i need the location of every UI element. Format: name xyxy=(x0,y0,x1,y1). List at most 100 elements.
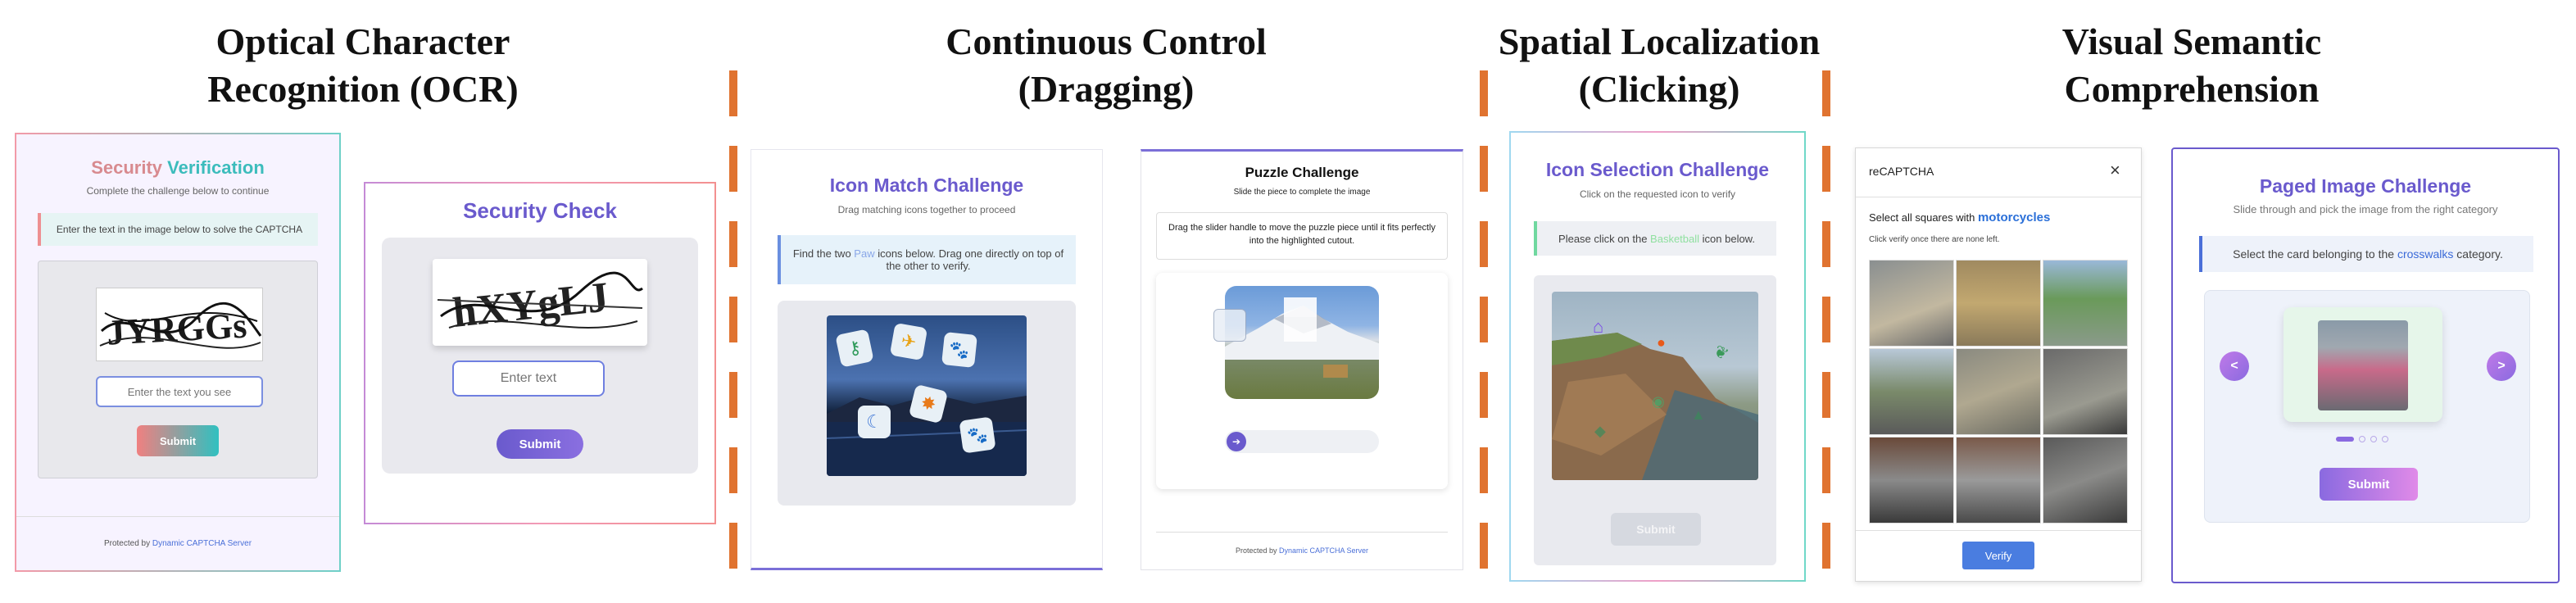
separator-2 xyxy=(1480,70,1488,595)
section-title-click-line1: Spatial Localization xyxy=(1498,20,1821,62)
page-indicator xyxy=(2336,435,2401,443)
captcha-input[interactable] xyxy=(452,360,605,397)
close-icon[interactable]: × xyxy=(2110,160,2120,181)
grid-tile[interactable] xyxy=(2043,260,2128,347)
grid-tile[interactable] xyxy=(1956,260,2041,347)
puzzle-panel: Puzzle Challenge Slide the piece to comp… xyxy=(1141,149,1463,570)
prev-button[interactable]: < xyxy=(2220,351,2249,381)
recaptcha-prompt: Select all squares with motorcycles xyxy=(1869,211,2131,224)
instruction-box: Enter the text in the image below to sol… xyxy=(38,213,318,246)
background-image: ⚷ ✈ 🐾 ☾ ✸ 🐾 xyxy=(827,315,1027,476)
grid-tile[interactable] xyxy=(1956,348,2041,435)
submit-button[interactable]: Submit xyxy=(497,429,583,459)
instruction-highlight: Basketball xyxy=(1650,232,1700,245)
apple-icon[interactable]: ● xyxy=(1657,334,1666,351)
section-title-ocr: Optical Character Recognition (OCR) xyxy=(164,18,562,113)
section-title-semantic: Visual Semantic Comprehension xyxy=(1999,18,2384,113)
grid-tile[interactable] xyxy=(2043,348,2128,435)
card-image xyxy=(2318,320,2408,410)
instruction-text-a: Please click on the xyxy=(1558,232,1651,245)
page-dot[interactable] xyxy=(2370,436,2377,442)
shape-icon[interactable]: ◆ xyxy=(1594,423,1606,440)
instruction-box: Select the card belonging to the crosswa… xyxy=(2199,236,2533,272)
captcha-image: JYRGGs xyxy=(96,288,263,361)
submit-button[interactable]: Submit xyxy=(2320,468,2418,501)
image-card[interactable] xyxy=(2283,307,2442,422)
panel-subtitle: Click on the requested icon to verify xyxy=(1579,188,1736,200)
panel-title: Security Check xyxy=(463,198,617,223)
panel-subtitle: Drag matching icons together to proceed xyxy=(837,204,1016,215)
separator-3 xyxy=(1822,70,1830,595)
shape-icon[interactable]: ▲ xyxy=(1691,406,1706,424)
instruction-text-b: icons below. Drag one directly on top of… xyxy=(874,247,1064,272)
puzzle-image xyxy=(1225,286,1379,399)
panel-title: Icon Match Challenge xyxy=(829,175,1024,196)
instruction-box: Drag the slider handle to move the puzzl… xyxy=(1156,212,1448,260)
grid-tile[interactable] xyxy=(1869,437,1954,524)
instruction-highlight: Paw xyxy=(854,247,875,260)
grid-tile[interactable] xyxy=(1869,260,1954,347)
prompt-highlight: motorcycles xyxy=(1977,211,2051,224)
prompt-text: Select all squares with xyxy=(1869,211,1978,224)
moon-icon[interactable]: ☾ xyxy=(858,406,891,438)
panel-title: Paged Image Challenge xyxy=(2259,175,2472,197)
grid-tile[interactable] xyxy=(1956,437,2041,524)
panel-title: Puzzle Challenge xyxy=(1245,165,1359,180)
page-dot[interactable] xyxy=(2359,436,2365,442)
footer-link[interactable]: Dynamic CAPTCHA Server xyxy=(152,539,252,548)
paw-icon[interactable]: 🐾 xyxy=(941,332,977,368)
section-title-click-line2: (Clicking) xyxy=(1578,68,1740,110)
puzzle-piece[interactable] xyxy=(1213,309,1246,342)
section-title-drag: Continuous Control (Dragging) xyxy=(901,18,1311,113)
section-title-ocr-line2: Recognition (OCR) xyxy=(207,68,519,110)
next-button[interactable]: > xyxy=(2487,351,2516,381)
paw-icon[interactable]: 🐾 xyxy=(959,416,996,454)
scene-image[interactable]: ⌂ ● ❦ ◉ ◆ ▲ xyxy=(1552,292,1758,480)
instruction-text-b: category. xyxy=(2453,247,2503,261)
instruction-box: Please click on the Basketball icon belo… xyxy=(1534,221,1776,256)
recaptcha-panel: reCAPTCHA × Select all squares with moto… xyxy=(1855,147,2142,582)
slider-track[interactable]: ➔ xyxy=(1225,430,1379,453)
panel-subtitle: Complete the challenge below to continue xyxy=(86,185,270,197)
click-area: ⌂ ● ❦ ◉ ◆ ▲ Submit xyxy=(1534,275,1776,565)
footer: Protected by Dynamic CAPTCHA Server xyxy=(16,539,339,548)
icon-selection-panel: Icon Selection Challenge Click on the re… xyxy=(1509,131,1806,582)
grid-tile[interactable] xyxy=(2043,437,2128,524)
section-title-drag-line2: (Dragging) xyxy=(1018,68,1195,110)
title-part-b: Verification xyxy=(167,157,265,178)
section-title-click: Spatial Localization (Clicking) xyxy=(1475,18,1844,113)
footer-prefix: Protected by xyxy=(103,539,152,548)
footer-link[interactable]: Dynamic CAPTCHA Server xyxy=(1279,546,1368,555)
captcha-image: hXYgLJ xyxy=(433,259,647,346)
page-dot-active[interactable] xyxy=(2336,437,2354,442)
instruction-text-b: icon below. xyxy=(1699,232,1755,245)
instruction-highlight: crosswalks xyxy=(2397,247,2454,261)
puzzle-area: ➔ xyxy=(1156,273,1448,489)
footer: Protected by Dynamic CAPTCHA Server xyxy=(1141,546,1463,555)
captcha-input[interactable] xyxy=(96,376,263,407)
panel-subtitle: Slide the piece to complete the image xyxy=(1233,188,1371,197)
ocr-captcha-panel-2: Security Check hXYgLJ Submit xyxy=(364,182,716,524)
instruction-text-a: Select the card belonging to the xyxy=(2233,247,2397,261)
image-grid xyxy=(1869,260,2128,525)
submit-button[interactable]: Submit xyxy=(137,425,219,456)
verify-button[interactable]: Verify xyxy=(1962,542,2034,569)
divider xyxy=(16,516,339,517)
house-icon[interactable]: ⌂ xyxy=(1593,316,1603,338)
recaptcha-title: reCAPTCHA xyxy=(1869,165,1934,178)
page-dot[interactable] xyxy=(2382,436,2388,442)
submit-button[interactable]: Submit xyxy=(1611,513,1701,546)
panel-title: Security Verification xyxy=(16,157,339,179)
footer-prefix: Protected by xyxy=(1235,546,1279,555)
captcha-area: JYRGGs Submit xyxy=(38,261,318,478)
ocr-captcha-panel-1: Security Verification Complete the chall… xyxy=(15,133,341,572)
grid-tile[interactable] xyxy=(1869,348,1954,435)
section-title-drag-line1: Continuous Control xyxy=(946,20,1267,62)
key-icon[interactable]: ⚷ xyxy=(835,329,874,368)
section-title-ocr-line1: Optical Character xyxy=(215,20,510,62)
slider-handle[interactable]: ➔ xyxy=(1227,432,1246,451)
plane-icon[interactable]: ✈ xyxy=(889,322,928,361)
section-title-semantic-line2: Comprehension xyxy=(2064,68,2320,110)
recaptcha-header: reCAPTCHA × xyxy=(1856,148,2141,197)
basketball-icon[interactable]: ◉ xyxy=(1652,393,1665,410)
